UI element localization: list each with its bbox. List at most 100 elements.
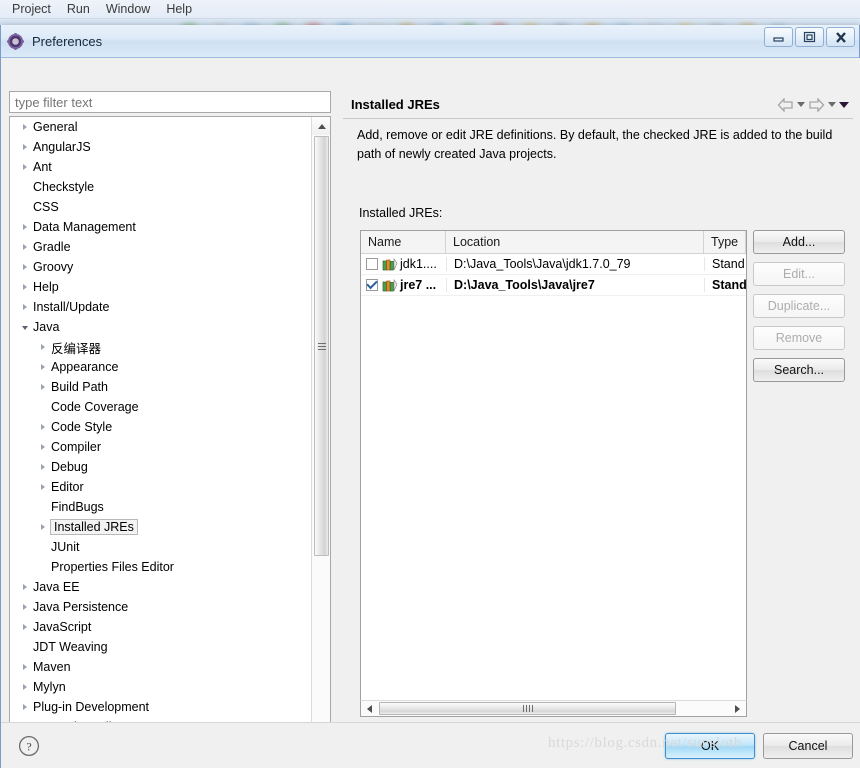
chevron-right-icon[interactable] — [36, 484, 49, 490]
tree-item-java-persistence[interactable]: Java Persistence — [10, 597, 313, 617]
tree-item-appearance[interactable]: Appearance — [10, 357, 313, 377]
tree-item-gradle[interactable]: Gradle — [10, 237, 313, 257]
gear-icon — [7, 32, 24, 50]
jre-checkbox[interactable] — [366, 258, 378, 270]
chevron-right-icon[interactable] — [18, 624, 31, 630]
column-header-location[interactable]: Location — [446, 231, 704, 253]
forward-arrow-icon[interactable] — [808, 97, 825, 112]
chevron-right-icon[interactable] — [18, 284, 31, 290]
chevron-right-icon[interactable] — [18, 604, 31, 610]
add-button[interactable]: Add... — [753, 230, 845, 254]
view-menu-icon[interactable] — [839, 101, 849, 108]
column-header-name[interactable]: Name — [361, 231, 446, 253]
chevron-right-icon[interactable] — [36, 464, 49, 470]
chevron-right-icon[interactable] — [18, 304, 31, 310]
cancel-button[interactable]: Cancel — [763, 733, 853, 759]
maximize-button[interactable] — [795, 27, 824, 47]
tree-item-label: 反编译器 — [51, 341, 102, 356]
tree-item-groovy[interactable]: Groovy — [10, 257, 313, 277]
tree-item-css[interactable]: CSS — [10, 197, 313, 217]
tree-item-editor[interactable]: Editor — [10, 477, 313, 497]
menu-item-project[interactable]: Project — [4, 1, 59, 17]
chevron-right-icon[interactable] — [18, 664, 31, 670]
tree-item-code-coverage[interactable]: Code Coverage — [10, 397, 313, 417]
chevron-right-icon[interactable] — [18, 144, 31, 150]
jre-checkbox[interactable] — [366, 279, 378, 291]
tree-item-checkstyle[interactable]: Checkstyle — [10, 177, 313, 197]
tree-item-mylyn[interactable]: Mylyn — [10, 677, 313, 697]
chevron-right-icon[interactable] — [18, 264, 31, 270]
chevron-right-icon[interactable] — [18, 244, 31, 250]
page-navigation — [777, 97, 849, 112]
grip-icon — [522, 705, 533, 712]
tree-item-label: Java EE — [33, 580, 80, 594]
forward-dropdown-icon[interactable] — [828, 102, 836, 107]
dialog-body: General AngularJS Ant Checkstyle CSS Data Man… — [1, 58, 860, 768]
tree-item-maven[interactable]: Maven — [10, 657, 313, 677]
chevron-right-icon[interactable] — [36, 384, 49, 390]
cell-location: D:\Java_Tools\Java\jre7 — [446, 278, 704, 292]
hscrollbar-thumb[interactable] — [379, 702, 676, 715]
chevron-right-icon[interactable] — [36, 364, 49, 370]
tree-item-java-ee[interactable]: Java EE — [10, 577, 313, 597]
back-arrow-icon[interactable] — [777, 97, 794, 112]
tree-item-general[interactable]: General — [10, 117, 313, 137]
page-header: Installed JREs — [343, 91, 853, 119]
tree-item-data-management[interactable]: Data Management — [10, 217, 313, 237]
chevron-right-icon[interactable] — [18, 124, 31, 130]
tree-item-properties-files-editor[interactable]: Properties Files Editor — [10, 557, 313, 577]
filter-input[interactable] — [9, 91, 331, 113]
table-row[interactable]: jdk1.... D:\Java_Tools\Java\jdk1.7.0_79 St… — [361, 254, 746, 275]
installed-jres-table[interactable]: Name Location Type jdk1.... D:\Java_Tools… — [360, 230, 747, 716]
minimize-button[interactable] — [764, 27, 793, 47]
tree-item-build-path[interactable]: Build Path — [10, 377, 313, 397]
table-row[interactable]: jre7 ... D:\Java_Tools\Java\jre7 Stand — [361, 275, 746, 296]
menu-item-run[interactable]: Run — [59, 1, 98, 17]
tree-item-angularjs[interactable]: AngularJS — [10, 137, 313, 157]
chevron-right-icon[interactable] — [36, 344, 49, 350]
dialog-title-bar[interactable]: Preferences — [1, 25, 859, 58]
tree-item-plug-in-development[interactable]: Plug-in Development — [10, 697, 313, 717]
tree-vertical-scrollbar[interactable] — [311, 117, 330, 757]
help-icon[interactable]: ? — [18, 735, 40, 757]
tree-item-label: AngularJS — [33, 140, 91, 154]
scroll-left-arrow-icon[interactable] — [361, 701, 378, 716]
tree-item-install-update[interactable]: Install/Update — [10, 297, 313, 317]
close-button[interactable] — [826, 27, 855, 47]
tree-item-installed-jres[interactable]: Installed JREs — [10, 517, 313, 537]
chevron-right-icon[interactable] — [36, 424, 49, 430]
tree-item-ant[interactable]: Ant — [10, 157, 313, 177]
menu-item-help[interactable]: Help — [158, 1, 200, 17]
table-horizontal-scrollbar[interactable] — [360, 700, 747, 717]
chevron-right-icon[interactable] — [36, 524, 49, 530]
chevron-down-icon[interactable] — [18, 324, 31, 330]
tree-item-jdt-weaving[interactable]: JDT Weaving — [10, 637, 313, 657]
tree-item-help[interactable]: Help — [10, 277, 313, 297]
column-header-type[interactable]: Type — [704, 231, 746, 253]
search-button[interactable]: Search... — [753, 358, 845, 382]
chevron-right-icon[interactable] — [18, 584, 31, 590]
chevron-right-icon[interactable] — [18, 684, 31, 690]
tree-item-junit[interactable]: JUnit — [10, 537, 313, 557]
back-dropdown-icon[interactable] — [797, 102, 805, 107]
menu-item-window[interactable]: Window — [98, 1, 158, 17]
chevron-right-icon[interactable] — [18, 704, 31, 710]
tree-item-javascript[interactable]: JavaScript — [10, 617, 313, 637]
tree-item-findbugs[interactable]: FindBugs — [10, 497, 313, 517]
maximize-icon — [803, 31, 816, 43]
chevron-right-icon[interactable] — [18, 224, 31, 230]
close-icon — [835, 31, 846, 43]
tree-item-label: Gradle — [33, 240, 71, 254]
tree-item-code-style[interactable]: Code Style — [10, 417, 313, 437]
jre-name-label: jdk1.... — [400, 257, 437, 271]
scrollbar-thumb[interactable] — [314, 136, 329, 556]
scroll-up-arrow-icon[interactable] — [312, 117, 330, 135]
preferences-tree[interactable]: General AngularJS Ant Checkstyle CSS Data Man… — [9, 116, 331, 758]
tree-item-debug[interactable]: Debug — [10, 457, 313, 477]
tree-item-[interactable]: 反编译器 — [10, 337, 313, 357]
tree-item-compiler[interactable]: Compiler — [10, 437, 313, 457]
chevron-right-icon[interactable] — [18, 164, 31, 170]
tree-item-java[interactable]: Java — [10, 317, 313, 337]
scroll-right-arrow-icon[interactable] — [729, 701, 746, 716]
chevron-right-icon[interactable] — [36, 444, 49, 450]
